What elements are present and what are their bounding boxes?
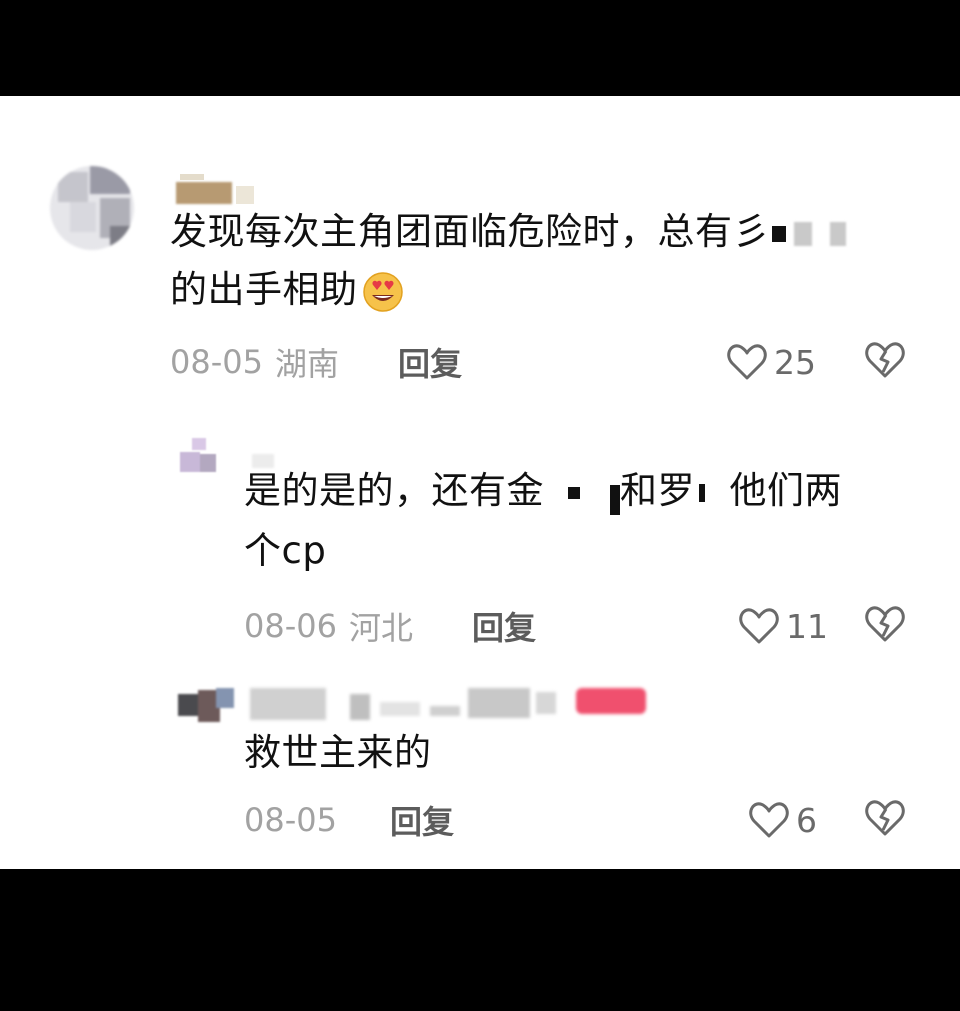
dislike-button[interactable] (864, 798, 908, 842)
like-count: 11 (786, 606, 828, 646)
reply-item: 救世主来的 08-05 回复 6 (0, 676, 960, 869)
like-count: 25 (774, 342, 816, 382)
comment-location: 河北 (348, 609, 413, 647)
comment-text: 的出手相助 (170, 261, 930, 319)
comment-text: 救世主来的 (244, 724, 944, 782)
comment-meta: 08-06 河北 回复 (244, 604, 574, 648)
comment-text: 是的是的，还有金 和罗 他们两 (244, 462, 944, 520)
censor-blur (794, 221, 812, 246)
comment-meta: 08-05 回复 (244, 798, 574, 842)
comment-meta: 08-05 湖南 回复 (170, 340, 500, 384)
comment-location: 湖南 (274, 345, 339, 383)
heart-icon (738, 606, 780, 646)
comment-date: 08-05 (170, 343, 263, 381)
comment-list: 发现每次主角团面临危险时，总有彡 的出手相助 08-05 湖南 回复 25 是的… (0, 96, 960, 869)
dislike-button[interactable] (864, 340, 908, 384)
reply-item: 是的是的，还有金 和罗 他们两 个cp 08-06 河北 回复 11 (0, 416, 960, 676)
comment-text-part3: 他们两 (729, 469, 843, 512)
comment-text-line1: 发现每次主角团面临危险时，总有彡 (170, 210, 770, 253)
comment-text-part2: 和罗 (620, 469, 695, 512)
broken-heart-icon (865, 800, 905, 836)
reply-button[interactable]: 回复 (398, 339, 462, 385)
reply-button[interactable]: 回复 (390, 797, 454, 843)
like-button[interactable]: 25 (726, 340, 816, 384)
comment-text: 个cp (244, 522, 944, 580)
censor-blur (830, 221, 846, 246)
censor-block (699, 483, 705, 502)
heart-icon (748, 800, 790, 840)
comment-text: 发现每次主角团面临危险时，总有彡 (170, 203, 930, 261)
comment-text-line2: 个cp (244, 529, 327, 572)
avatar[interactable] (178, 686, 234, 726)
heart-icon (726, 342, 768, 382)
heart-eyes-emoji-icon (362, 271, 404, 313)
censor-block (568, 486, 580, 499)
comment-date: 08-06 (244, 607, 337, 645)
comment-text-line2: 的出手相助 (170, 268, 358, 311)
broken-heart-icon (865, 606, 905, 642)
avatar[interactable] (50, 166, 134, 250)
comment-item: 发现每次主角团面临危险时，总有彡 的出手相助 08-05 湖南 回复 25 (0, 96, 960, 416)
dislike-button[interactable] (864, 604, 908, 648)
comment-text-part1: 是的是的，还有金 (244, 469, 544, 512)
like-button[interactable]: 6 (748, 798, 817, 842)
like-button[interactable]: 11 (738, 604, 828, 648)
censor-block (610, 484, 620, 515)
censor-block (772, 225, 786, 242)
broken-heart-icon (865, 342, 905, 378)
like-count: 6 (796, 800, 817, 840)
badge (576, 688, 646, 714)
reply-button[interactable]: 回复 (472, 603, 536, 649)
avatar[interactable] (180, 438, 218, 476)
username-censored[interactable] (250, 688, 660, 724)
comment-date: 08-05 (244, 801, 337, 839)
comment-text-line1: 救世主来的 (244, 731, 432, 774)
